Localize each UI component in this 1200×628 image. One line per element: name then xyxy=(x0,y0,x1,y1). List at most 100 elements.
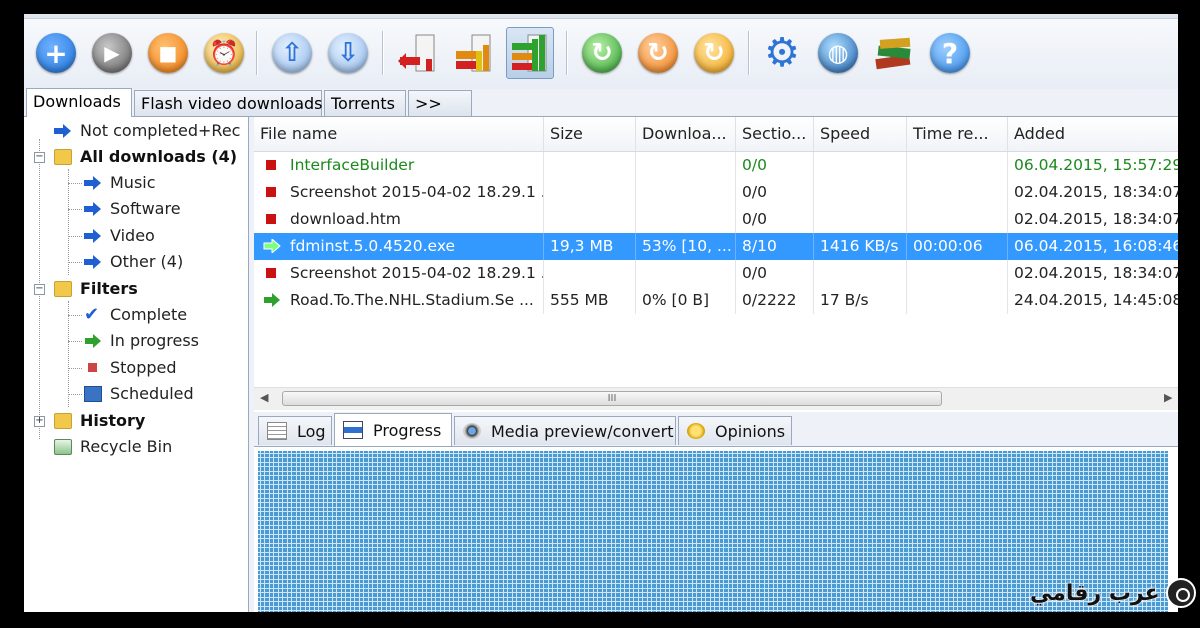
tree-item-label: Software xyxy=(110,199,181,218)
cell-speed xyxy=(814,152,907,179)
table-row[interactable]: download.htm 0/0 02.04.2015, 18:34:07 xyxy=(254,206,1178,233)
cell-size xyxy=(544,206,636,233)
table-row[interactable]: fdminst.5.0.4520.exe 19,3 MB 53% [10, ... 8… xyxy=(254,233,1178,260)
folder-icon xyxy=(54,281,72,297)
scroll-left-icon[interactable]: ◀ xyxy=(260,391,268,404)
tree-item-in-progress[interactable]: In progress xyxy=(84,329,199,353)
table-row[interactable]: Screenshot 2015-04-02 18.29.1 ... 0/0 02.0… xyxy=(254,179,1178,206)
help-button[interactable]: ? xyxy=(926,27,974,79)
cell-file-name: Screenshot 2015-04-02 18.29.1 ... xyxy=(254,179,544,206)
tree-item-history[interactable]: History xyxy=(54,409,145,433)
tree-item-scheduled[interactable]: Scheduled xyxy=(84,382,194,406)
tree-item-filters[interactable]: Filters xyxy=(54,277,138,301)
tab-log[interactable]: Log xyxy=(258,416,332,445)
pause-all-icon: ↻ xyxy=(694,33,734,73)
cell-file-name: InterfaceBuilder xyxy=(254,152,544,179)
start-all-button[interactable]: ↻ xyxy=(578,27,626,79)
column-header-sections[interactable]: Sectio... xyxy=(736,117,814,151)
downloads-library-button[interactable] xyxy=(870,27,918,79)
tree-item-label: In progress xyxy=(110,331,200,350)
cell-time-remaining xyxy=(907,287,1008,314)
traffic-high-icon xyxy=(512,34,547,72)
scheduler-button[interactable]: ⏰ xyxy=(200,27,248,79)
scroll-right-icon[interactable]: ▶ xyxy=(1164,391,1172,404)
pause-all-button[interactable]: ↻ xyxy=(690,27,738,79)
tree-item-video[interactable]: Video xyxy=(84,224,155,248)
tree-item-all-downloads[interactable]: All downloads (4) xyxy=(54,145,237,169)
recycle-bin-icon xyxy=(54,439,72,455)
cell-size: 555 MB xyxy=(544,287,636,314)
download-arrow-icon xyxy=(84,229,101,243)
move-up-button[interactable]: ⇧ xyxy=(268,27,316,79)
table-row[interactable]: InterfaceBuilder 0/0 06.04.2015, 15:57:29 xyxy=(254,152,1178,179)
stop-button[interactable]: ■ xyxy=(144,27,192,79)
tree-item-recycle-bin[interactable]: Recycle Bin xyxy=(54,435,172,459)
tree-item-music[interactable]: Music xyxy=(84,171,156,195)
cell-added: 02.04.2015, 18:34:07 xyxy=(1014,210,1178,228)
settings-button[interactable]: ⚙ xyxy=(758,27,806,79)
tree-line xyxy=(68,183,82,184)
cell-size xyxy=(544,260,636,287)
tab-progress[interactable]: Progress xyxy=(334,413,452,446)
tab-flash-video-downloads[interactable]: Flash video downloads xyxy=(134,90,323,116)
column-header-size[interactable]: Size xyxy=(544,117,636,151)
column-header-speed[interactable]: Speed xyxy=(814,117,907,151)
traffic-medium-button[interactable] xyxy=(450,27,498,79)
scrollbar-thumb[interactable]: III xyxy=(282,391,942,406)
tab-opinions[interactable]: Opinions xyxy=(678,416,792,445)
cell-file-name: fdminst.5.0.4520.exe xyxy=(254,233,544,260)
stop-all-button[interactable]: ↻ xyxy=(634,27,682,79)
tree-collapse-toggle[interactable]: − xyxy=(34,152,45,163)
cell-speed xyxy=(814,260,907,287)
table-row[interactable]: Screenshot 2015-04-02 18.29.1 ... 0/0 02.0… xyxy=(254,260,1178,287)
cell-downloaded xyxy=(636,260,736,287)
horizontal-scrollbar[interactable]: ◀ III ▶ xyxy=(254,387,1178,410)
cell-size xyxy=(544,152,636,179)
watermark: عرب رقامي xyxy=(1030,578,1196,608)
tree-item-stopped[interactable]: Stopped xyxy=(84,356,177,380)
books-icon xyxy=(875,37,911,70)
cell-speed xyxy=(814,179,907,206)
scheduler-clock-icon: ⏰ xyxy=(204,33,244,73)
cell-added: 06.04.2015, 16:08:46 xyxy=(1014,237,1178,255)
cell-added: 02.04.2015, 18:34:07 xyxy=(1014,183,1178,201)
tree-collapse-toggle[interactable]: − xyxy=(34,284,45,295)
tree-line xyxy=(68,341,82,342)
play-icon: ▶ xyxy=(92,33,132,73)
traffic-low-button[interactable] xyxy=(394,27,442,79)
tab-media-preview-convert[interactable]: Media preview/convert xyxy=(454,416,676,445)
tree-item-software[interactable]: Software xyxy=(84,197,181,221)
traffic-high-button[interactable] xyxy=(506,27,554,79)
column-header-downloaded[interactable]: Downloa... xyxy=(636,117,736,151)
move-down-icon: ⇩ xyxy=(328,33,368,73)
cell-downloaded: 0% [0 B] xyxy=(636,287,736,314)
toolbar-separator xyxy=(748,31,750,75)
folder-icon xyxy=(54,149,72,165)
download-arrow-icon xyxy=(84,176,101,190)
tree-item-complete[interactable]: ✔ Complete xyxy=(84,303,187,327)
tree-item-not-completed[interactable]: Not completed+Rec xyxy=(54,119,240,143)
column-header-time-remaining[interactable]: Time re... xyxy=(907,117,1008,151)
cell-speed: 17 B/s xyxy=(814,287,907,314)
column-header-file-name[interactable]: File name xyxy=(254,117,544,151)
calendar-icon xyxy=(84,386,102,402)
tree-expand-toggle[interactable]: + xyxy=(34,416,45,427)
cell-file-name: Screenshot 2015-04-02 18.29.1 ... xyxy=(254,260,544,287)
move-down-button[interactable]: ⇩ xyxy=(324,27,372,79)
tab-downloads[interactable]: Downloads xyxy=(26,88,132,117)
settings-gear-icon: ⚙ xyxy=(764,30,800,76)
site-manager-button[interactable]: ◍ xyxy=(814,27,862,79)
tab-more[interactable]: >> xyxy=(408,90,472,116)
column-header-added[interactable]: Added xyxy=(1008,117,1178,151)
table-row[interactable]: Road.To.The.NHL.Stadium.Se ... 555 MB 0% [… xyxy=(254,287,1178,314)
download-arrow-icon xyxy=(84,255,101,269)
cell-sections: 0/0 xyxy=(736,260,814,287)
cell-downloaded xyxy=(636,179,736,206)
opinions-chat-icon xyxy=(687,423,705,439)
app-window: + ▶ ■ ⏰ ⇧ ⇩ ↻ ↻ ↻ ⚙ ◍ ? Downloads Flash … xyxy=(24,14,1178,612)
resume-button[interactable]: ▶ xyxy=(88,27,136,79)
tree-item-other[interactable]: Other (4) xyxy=(84,250,183,274)
tab-torrents[interactable]: Torrents xyxy=(324,90,406,116)
tree-item-label: Filters xyxy=(80,279,138,298)
add-download-button[interactable]: + xyxy=(32,27,80,79)
